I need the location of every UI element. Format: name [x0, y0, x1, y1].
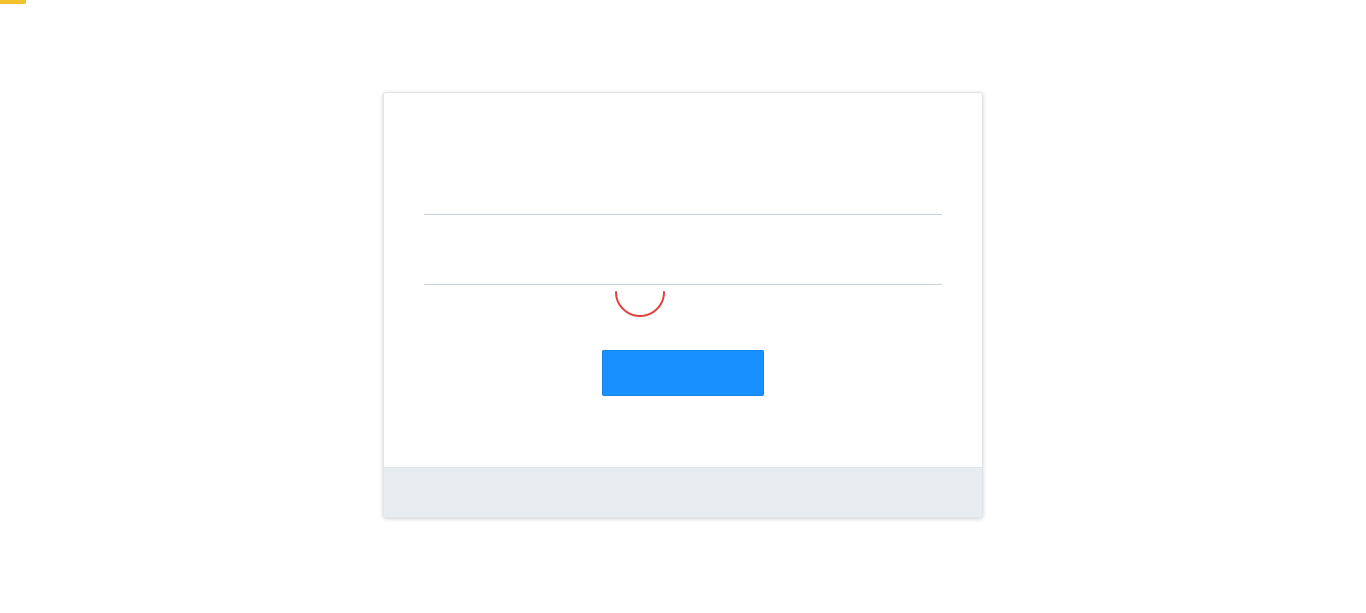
username-field[interactable] [424, 175, 942, 215]
password-field[interactable] [424, 245, 942, 285]
login-button[interactable] [602, 350, 764, 396]
corner-tab [0, 0, 26, 4]
login-card [383, 92, 983, 518]
login-form [384, 93, 982, 467]
loading-spinner-icon [615, 291, 665, 317]
card-footer [384, 467, 982, 517]
